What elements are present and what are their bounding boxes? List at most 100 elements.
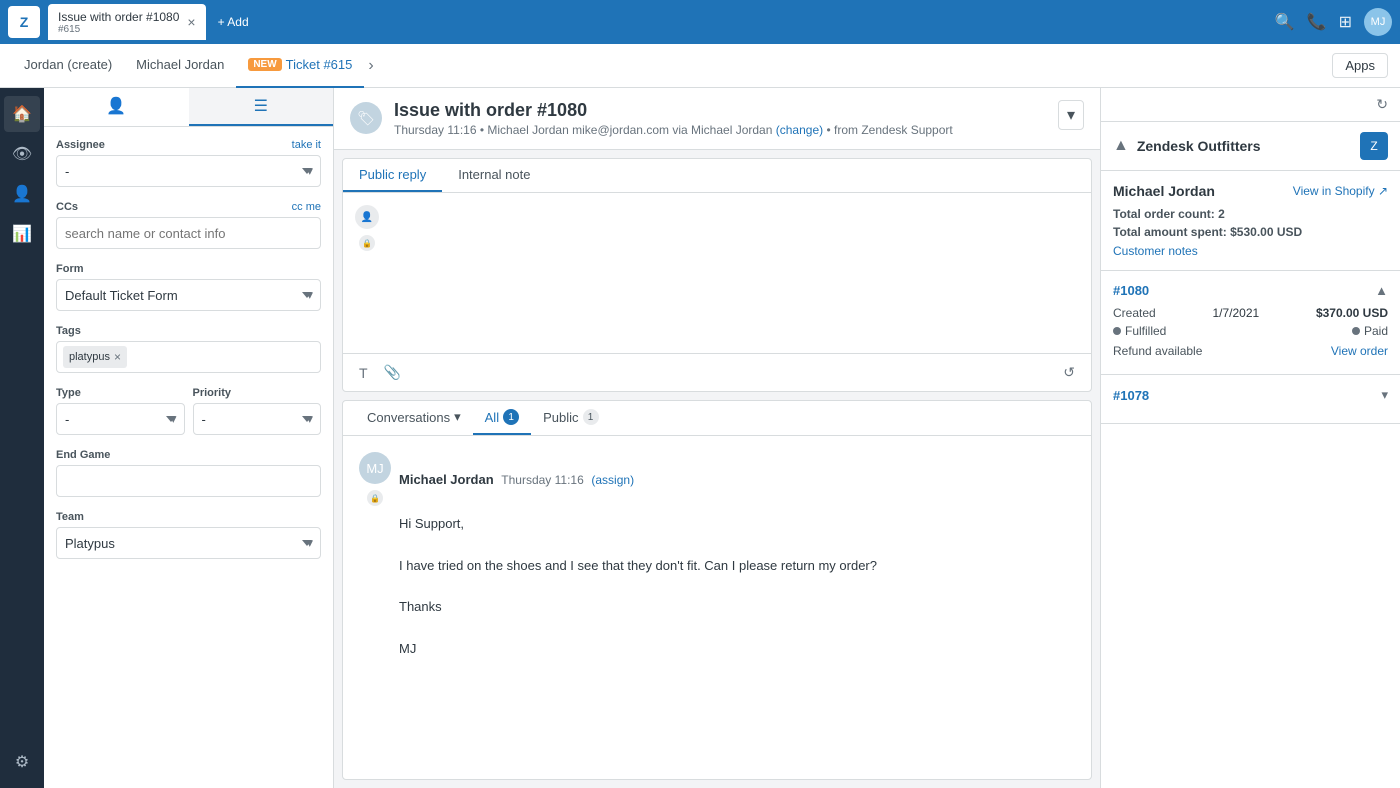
top-bar: Z Issue with order #1080 #615 × + Add 🔍 … <box>0 0 1400 44</box>
priority-label: Priority <box>193 387 322 399</box>
order-1078-expand-button[interactable]: ▾ <box>1381 387 1388 403</box>
conv-message: MJ 🔒 Michael Jordan Thursday 11:16 (assi… <box>343 436 1091 676</box>
message-avatar: MJ <box>359 452 391 484</box>
end-game-label: End Game <box>56 449 321 461</box>
form-select[interactable]: Default Ticket Form <box>56 279 321 311</box>
grid-icon[interactable]: ⊞ <box>1339 12 1352 32</box>
message-author: Michael Jordan <box>399 472 494 487</box>
tag-platypus: platypus × <box>63 346 127 368</box>
tags-label: Tags <box>56 325 321 337</box>
subnav-tab-ticket[interactable]: NEW Ticket #615 <box>236 44 364 88</box>
type-select[interactable]: - <box>56 403 185 435</box>
assign-link[interactable]: (assign) <box>591 473 634 487</box>
ticket-header-avatar: 🏷 <box>350 102 382 134</box>
ccs-field: CCs cc me <box>56 201 321 249</box>
team-select-wrapper: Platypus <box>56 527 321 559</box>
customer-notes-link[interactable]: Customer notes <box>1113 244 1198 258</box>
order-1080-status-row: Fulfilled Paid <box>1113 324 1388 338</box>
message-avatar-sub: 🔒 <box>367 490 383 506</box>
reply-author-icon: 👤 <box>355 205 379 229</box>
subnav-tab-jordan-create[interactable]: Jordan (create) <box>12 44 124 88</box>
ticket-header-info: Issue with order #1080 Thursday 11:16 • … <box>394 100 953 137</box>
middle-content: 🏷 Issue with order #1080 Thursday 11:16 … <box>334 88 1100 788</box>
new-badge: NEW <box>248 58 281 71</box>
tags-container: platypus × <box>56 341 321 373</box>
attach-file-button[interactable]: 📎 <box>380 360 405 385</box>
conv-tab-conversations[interactable]: Conversations ▾ <box>355 401 473 435</box>
end-game-input[interactable] <box>56 465 321 497</box>
type-select-wrapper: - <box>56 403 185 435</box>
refresh-button[interactable]: ↻ <box>1376 96 1388 113</box>
nav-chevron-right[interactable]: › <box>368 57 373 75</box>
text-format-button[interactable]: T <box>355 361 372 385</box>
order-1080-created-row: Created 1/7/2021 $370.00 USD <box>1113 306 1388 320</box>
left-panel-tab-user[interactable]: 👤 <box>44 88 189 126</box>
ticket-dropdown-button[interactable]: ▾ <box>1058 100 1084 130</box>
conv-message-header: MJ 🔒 Michael Jordan Thursday 11:16 (assi… <box>359 452 1075 506</box>
form-field: Form Default Ticket Form <box>56 263 321 311</box>
sub-nav-right: Apps <box>1332 53 1388 78</box>
order-1080-paid-status: Paid <box>1352 324 1388 338</box>
send-button[interactable]: ↺ <box>1059 360 1079 385</box>
phone-icon[interactable]: 📞 <box>1307 12 1327 32</box>
ccs-label: CCs cc me <box>56 201 321 213</box>
sub-nav: Jordan (create) Michael Jordan NEW Ticke… <box>0 44 1400 88</box>
sidebar-item-users[interactable]: 👤 <box>4 176 40 212</box>
type-field: Type - <box>56 387 185 435</box>
right-sidebar: ↻ ▲ Zendesk Outfitters Z Michael Jordan … <box>1100 88 1400 788</box>
reply-author-wrapper: 👤 🔒 <box>355 205 379 341</box>
rs-customer-header: Michael Jordan View in Shopify ↗ <box>1113 183 1388 199</box>
search-icon[interactable]: 🔍 <box>1275 12 1295 32</box>
order-1078: #1078 ▾ <box>1101 375 1400 424</box>
reply-area: Public reply Internal note 👤 🔒 T 📎 ↺ <box>342 158 1092 392</box>
apps-button[interactable]: Apps <box>1332 53 1388 78</box>
order-1080-id[interactable]: #1080 <box>1113 283 1149 298</box>
sidebar-item-reports[interactable]: 📊 <box>4 216 40 252</box>
conversations-area: Conversations ▾ All 1 Public 1 MJ 🔒 <box>342 400 1092 780</box>
all-badge: 1 <box>503 409 519 425</box>
reply-tab-internal[interactable]: Internal note <box>442 159 546 192</box>
view-in-shopify-link[interactable]: View in Shopify ↗ <box>1293 184 1388 198</box>
user-avatar[interactable]: MJ <box>1364 8 1392 36</box>
left-panel-content: Assignee take it - CCs cc me <box>44 127 333 585</box>
fulfilled-dot <box>1113 327 1121 335</box>
cc-me-link[interactable]: cc me <box>292 201 321 213</box>
active-tab[interactable]: Issue with order #1080 #615 × <box>48 4 206 40</box>
assignee-select[interactable]: - <box>56 155 321 187</box>
reply-tab-public[interactable]: Public reply <box>343 159 442 192</box>
change-link[interactable]: (change) <box>776 123 823 137</box>
order-1078-id[interactable]: #1078 <box>1113 388 1149 403</box>
side-nav: 🏠 👁 👤 📊 ⚙ <box>0 88 44 788</box>
take-it-link[interactable]: take it <box>292 139 321 151</box>
rs-title: Zendesk Outfitters <box>1137 138 1360 154</box>
order-1080-fulfilled-status: Fulfilled <box>1113 324 1166 338</box>
message-avatar-wrapper: MJ 🔒 <box>359 452 391 506</box>
sidebar-item-views[interactable]: 👁 <box>4 136 40 172</box>
view-order-link[interactable]: View order <box>1331 344 1388 358</box>
sidebar-item-home[interactable]: 🏠 <box>4 96 40 132</box>
team-field: Team Platypus <box>56 511 321 559</box>
team-select[interactable]: Platypus <box>56 527 321 559</box>
main-layout: 🏠 👁 👤 📊 ⚙ 👤 ☰ Assignee take it - <box>0 88 1400 788</box>
priority-field: Priority - <box>193 387 322 435</box>
tag-remove-platypus[interactable]: × <box>114 350 121 364</box>
reply-input-area: 👤 🔒 <box>343 193 1091 353</box>
subnav-tab-michael-jordan[interactable]: Michael Jordan <box>124 44 236 88</box>
left-panel-tabs: 👤 ☰ <box>44 88 333 127</box>
conv-tab-public[interactable]: Public 1 <box>531 401 610 435</box>
ticket-title: Issue with order #1080 <box>394 100 953 121</box>
tab-close-button[interactable]: × <box>187 14 195 30</box>
type-label: Type <box>56 387 185 399</box>
form-label: Form <box>56 263 321 275</box>
ccs-input[interactable] <box>56 217 321 249</box>
order-1080-collapse-button[interactable]: ▲ <box>1375 283 1388 298</box>
conv-tab-all[interactable]: All 1 <box>473 401 531 435</box>
rs-header: ▲ Zendesk Outfitters Z <box>1101 122 1400 171</box>
sidebar-item-settings[interactable]: ⚙ <box>4 744 40 780</box>
priority-select[interactable]: - <box>193 403 322 435</box>
reply-input[interactable] <box>387 205 1079 341</box>
order-1080-header: #1080 ▲ <box>1113 283 1388 298</box>
add-tab-button[interactable]: + Add <box>210 11 257 33</box>
left-panel-tab-list[interactable]: ☰ <box>189 88 334 126</box>
rs-collapse-button[interactable]: ▲ <box>1113 137 1129 155</box>
